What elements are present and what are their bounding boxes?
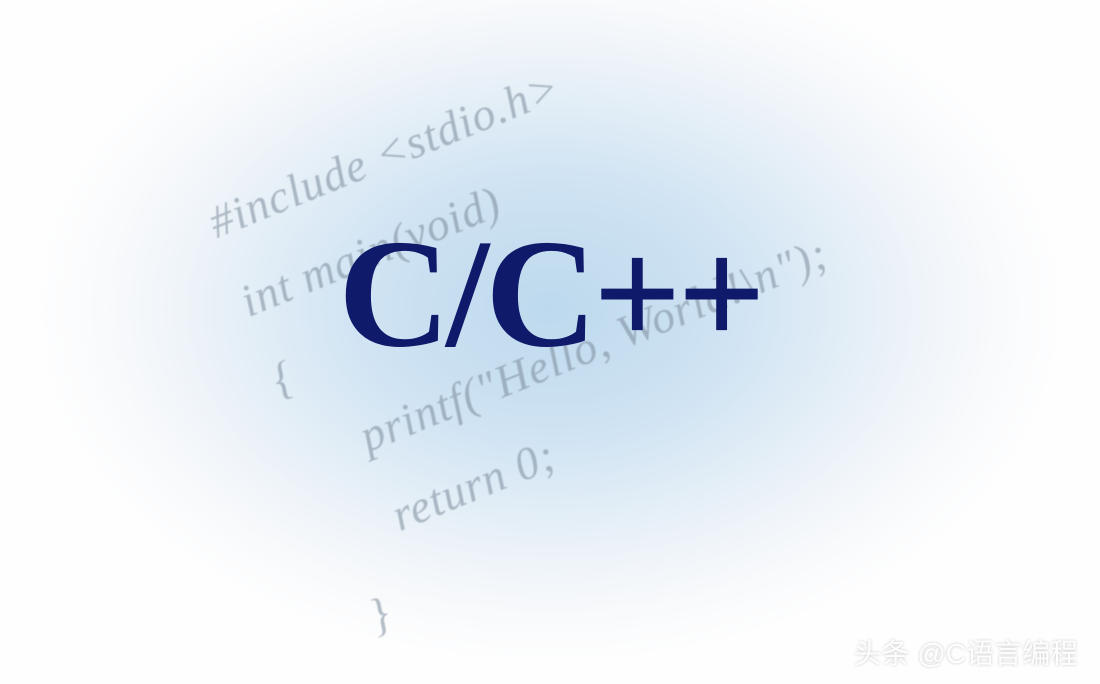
watermark-text: 头条 @C语言编程 xyxy=(854,632,1078,672)
main-title: C/C++ xyxy=(338,205,762,384)
image-canvas: #include <stdio.h> int main(void) { prin… xyxy=(0,0,1100,684)
